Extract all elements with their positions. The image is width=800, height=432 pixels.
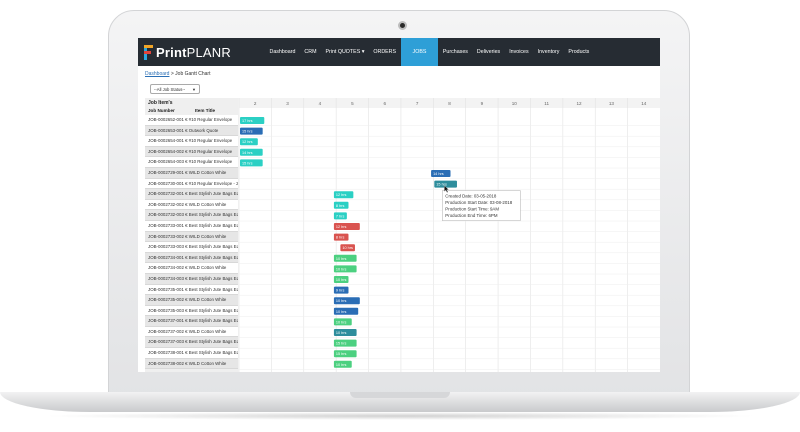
nav-item-inventory[interactable]: Inventory: [533, 38, 564, 66]
job-item-row[interactable]: JOB-0002654-001 € #10 Regular Envelope: [145, 136, 238, 147]
gantt-bar-label: 10 hrs: [336, 331, 347, 335]
gantt-bar-label: 14 hrs: [242, 151, 253, 155]
job-item-row[interactable]: JOB-0002735-002 € WILD Cotton White: [145, 295, 238, 306]
job-item-row[interactable]: JOB-0002735-001 € Best Stylish Jute Bags…: [145, 284, 238, 296]
gantt-bar-label: 9 hrs: [336, 289, 345, 293]
gantt-day-label: 11: [544, 101, 549, 106]
gantt-day-label: 14: [641, 101, 647, 106]
gantt-day-label: 13: [609, 101, 615, 106]
job-item-row[interactable]: JOB-0002738-001 € Best Stylish Jute Bags…: [145, 348, 238, 359]
gantt-bar-label: 12 hrs: [336, 193, 347, 197]
job-tooltip-line: Production Start Date: 03-08-2018: [445, 200, 512, 205]
job-item-row[interactable]: JOB-0002729-001 € WILD Cotton White: [145, 167, 238, 179]
gantt-day-label: 2: [254, 101, 257, 106]
job-item-row[interactable]: JOB-0002654-002 € #10 Regular Envelope: [145, 146, 238, 158]
job-tooltip-line: Production Start Time: 9AM: [445, 207, 499, 212]
gantt-bar-label: 15 hrs: [242, 130, 253, 134]
gantt-bar-label: 17 hrs: [242, 119, 253, 123]
job-status-select-value: --All Job Status--: [154, 87, 186, 92]
gantt-background: [239, 98, 660, 372]
gantt-bar-label: 10 hrs: [336, 257, 347, 261]
main-nav: Dashboard CRM Print QUOTES ▾ ORDERS JOBS Purc…: [265, 38, 594, 66]
job-item-row[interactable]: JOB-0002734-001 € Best Stylish Jute Bags…: [145, 252, 238, 264]
job-item-row[interactable]: JOB-0002732-003 € Best Stylish Jute Bags…: [145, 210, 238, 221]
gantt-day-label: 5: [351, 101, 354, 106]
job-item-row[interactable]: JOB-0002734-002 € WILD Cotton White: [145, 263, 238, 274]
job-item-row[interactable]: JOB-0002735-003 € Best Stylish Jute Bags…: [145, 305, 238, 317]
gantt-day-label: 7: [416, 101, 419, 106]
app-screen: PrintPLANR Dashboard CRM Print QUOTES ▾ ORD…: [138, 38, 660, 372]
job-items-panel: Job Item's Job Number Item Title JOB-000…: [145, 98, 238, 372]
gantt-bar-label: 10 hrs: [336, 278, 347, 282]
logo-text: PrintPLANR: [156, 44, 231, 60]
job-tooltip-line: Production End Time: 6PM: [445, 213, 498, 218]
gantt-bar-label: 10 hrs: [336, 320, 347, 324]
gantt-bar-label: 15 hrs: [242, 161, 253, 165]
nav-item-orders[interactable]: ORDERS: [369, 38, 401, 66]
nav-item-jobs[interactable]: JOBS: [400, 38, 439, 66]
job-item-row[interactable]: JOB-0002733-001 € Best Stylish Jute Bags…: [145, 220, 238, 232]
nav-item-print-quotes[interactable]: Print QUOTES ▾: [321, 38, 369, 66]
gantt-bar-label: 10 hrs: [336, 299, 347, 303]
logo-mark-icon: [144, 44, 154, 60]
gantt-bar-label: 15 hrs: [436, 183, 447, 187]
job-item-row[interactable]: JOB-0002733-003 € Best Stylish Jute Bags…: [145, 242, 238, 253]
job-item-row[interactable]: JOB-0002737-003 € Best Stylish Jute Bags…: [145, 337, 238, 349]
gantt-bar-label: 10 hrs: [336, 363, 347, 367]
top-navigation-bar: PrintPLANR Dashboard CRM Print QUOTES ▾ ORD…: [138, 38, 660, 66]
nav-item-dashboard[interactable]: Dashboard: [265, 38, 300, 66]
gantt-bar-label: 15 hrs: [336, 352, 347, 356]
job-item-row[interactable]: JOB-0002652-001 € #10 Regular Envelope: [145, 115, 238, 126]
job-item-row[interactable]: JOB-0002734-003 € Best Stylish Jute Bags…: [145, 273, 238, 285]
breadcrumb-dashboard-link[interactable]: Dashboard: [145, 71, 169, 77]
nav-item-deliveries[interactable]: Deliveries: [472, 38, 504, 66]
gantt-bar-label: 8 hrs: [336, 236, 345, 240]
gantt-bar-label: 8 hrs: [336, 204, 345, 208]
gantt-bar-label: 7 hrs: [336, 214, 345, 218]
nav-item-crm[interactable]: CRM: [300, 38, 321, 66]
gantt-day-label: 3: [286, 101, 289, 106]
gantt-bar-label: 10 hrs: [336, 267, 347, 271]
gantt-day-label: 10: [512, 101, 518, 106]
breadcrumb: Dashboard > Job Gantt Chart: [145, 71, 210, 77]
job-item-row[interactable]: JOB-0002732-001 € Best Stylish Jute Bags…: [145, 189, 238, 200]
gantt-day-label: 6: [383, 101, 386, 106]
gantt-bar-label: 12 hrs: [242, 140, 253, 144]
job-status-select[interactable]: --All Job Status-- ▼: [150, 84, 200, 94]
printplanr-logo[interactable]: PrintPLANR: [144, 43, 231, 61]
gantt-chart: 2 3 4 5 6 7 8 9 10 11 12 13 14 17 hrs 15 hrs 12 hrs 14 h…: [239, 98, 660, 372]
laptop-base-notch: [350, 392, 450, 398]
laptop-shadow: [40, 412, 760, 420]
job-item-list: JOB-0002652-001 € #10 Regular Envelope JO…: [145, 115, 238, 370]
gantt-day-label: 4: [319, 101, 322, 106]
job-tooltip-line: Created Date: 03-05-2018: [445, 194, 497, 199]
job-item-row[interactable]: JOB-0002737-001 € Best Stylish Jute Bags…: [145, 316, 238, 327]
nav-item-purchases[interactable]: Purchases: [438, 38, 472, 66]
chevron-down-icon: ▼: [192, 87, 196, 92]
gantt-bar-label: 10 hrs: [342, 246, 353, 250]
nav-item-invoices[interactable]: Invoices: [505, 38, 533, 66]
job-item-row[interactable]: JOB-0002653-001 € Outwork Quote: [145, 125, 238, 137]
job-item-row[interactable]: JOB-0002730-001 € #10 Regular Envelope -…: [145, 178, 238, 190]
breadcrumb-current: Job Gantt Chart: [175, 71, 211, 77]
job-item-row[interactable]: JOB-0002738-002 € WILD Cotton White: [145, 358, 238, 370]
camera-icon: [398, 21, 407, 30]
gantt-day-label: 12: [576, 101, 582, 106]
gantt-bar-label: 15 hrs: [336, 342, 347, 346]
job-item-row[interactable]: JOB-0002733-002 € WILD Cotton White: [145, 231, 238, 243]
gantt-bar-label: 12 hrs: [336, 225, 347, 229]
job-item-row[interactable]: JOB-0002732-002 € WILD Cotton White: [145, 199, 238, 211]
job-item-row[interactable]: JOB-0002737-002 € WILD Cotton White: [145, 326, 238, 338]
nav-item-products[interactable]: Products: [564, 38, 594, 66]
gantt-bar-label: 10 hrs: [336, 310, 347, 314]
gantt-bar-label: 14 hrs: [433, 172, 444, 176]
column-header-item-title: Item Title: [195, 108, 216, 113]
panel-title: Job Item's: [148, 100, 173, 106]
column-header-job-number: Job Number: [148, 108, 175, 113]
gantt-day-label: 8: [448, 101, 451, 106]
gantt-day-label: 9: [481, 101, 484, 106]
job-item-row[interactable]: JOB-0002654-003 € #10 Regular Envelope: [145, 157, 238, 168]
